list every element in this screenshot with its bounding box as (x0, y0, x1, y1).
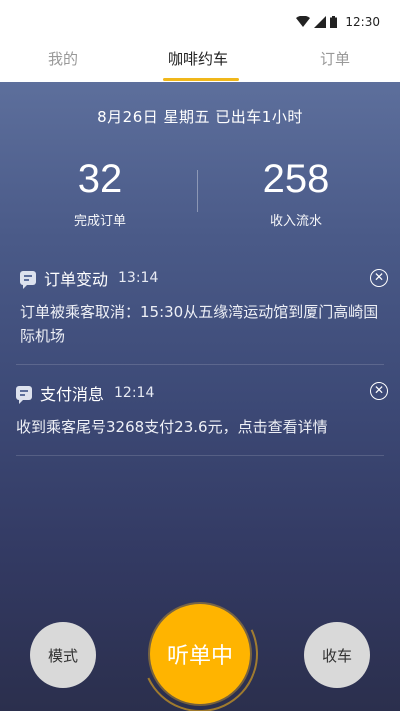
orders-stat: 32 完成订单 (0, 156, 200, 229)
income-stat: 258 收入流水 (196, 156, 396, 229)
message-header: 订单变动 13:14 (20, 266, 380, 290)
mode-button[interactable]: 模式 (30, 622, 96, 688)
orders-count: 32 (77, 157, 123, 201)
tab-orders[interactable]: 订单 (320, 48, 350, 69)
close-icon[interactable]: ✕ (370, 269, 388, 287)
date-status-line: 8月26日 星期五 已出车1小时 (97, 108, 303, 126)
message-item[interactable]: 支付消息 12:14 ✕ 收到乘客尾号3268支付23.6元，点击查看详情 (0, 365, 400, 455)
status-time: 12:30 (345, 15, 380, 29)
message-title: 订单变动 (44, 270, 109, 289)
message-header: 支付消息 12:14 (16, 381, 380, 405)
summary-section: 8月26日 星期五 已出车1小时 32 完成订单 258 收入流水 (0, 82, 400, 250)
main-panel: 8月26日 星期五 已出车1小时 32 完成订单 258 收入流水 订单变动 1… (0, 82, 400, 711)
top-tabs: 我的 咖啡约车 订单 (0, 40, 400, 82)
stop-service-button[interactable]: 收车 (304, 622, 370, 688)
battery-icon (330, 16, 338, 28)
message-item[interactable]: 订单变动 13:14 ✕ 订单被乘客取消：15:30从五缘湾运动馆到厦门高崎国际… (0, 250, 400, 364)
income-amount: 258 (262, 157, 330, 201)
message-body: 收到乘客尾号3268支付23.6元，点击查看详情 (16, 418, 328, 436)
active-tab-indicator (163, 78, 239, 81)
status-icons: 12:30 (296, 15, 380, 29)
signal-icon (314, 16, 327, 28)
divider (16, 455, 384, 456)
message-icon (20, 271, 36, 289)
tab-mine[interactable]: 我的 (48, 48, 78, 69)
message-time: 12:14 (114, 385, 155, 401)
tab-coffee-ride[interactable]: 咖啡约车 (168, 48, 228, 69)
message-time: 13:14 (118, 270, 159, 286)
status-bar: 12:30 (0, 0, 400, 40)
close-icon[interactable]: ✕ (370, 382, 388, 400)
message-list: 订单变动 13:14 ✕ 订单被乘客取消：15:30从五缘湾运动馆到厦门高崎国际… (0, 250, 400, 456)
message-title: 支付消息 (40, 385, 105, 404)
message-body: 订单被乘客取消：15:30从五缘湾运动馆到厦门高崎国际机场 (20, 303, 379, 345)
wifi-icon (296, 16, 311, 27)
income-label: 收入流水 (269, 214, 322, 229)
listening-button[interactable]: 听单中 (150, 604, 250, 704)
message-icon (16, 386, 32, 404)
orders-label: 完成订单 (73, 214, 126, 229)
